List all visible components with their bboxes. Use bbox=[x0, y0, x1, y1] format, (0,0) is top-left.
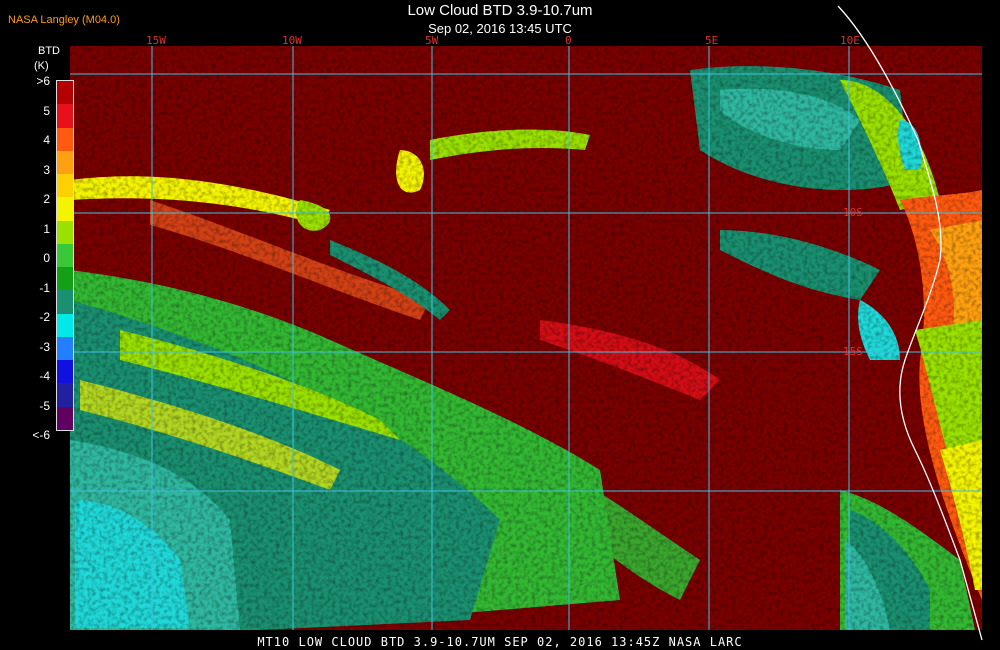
legend-tick: >6 bbox=[36, 74, 50, 88]
lon-label-10e: 10E bbox=[840, 34, 860, 47]
legend-color-6 bbox=[57, 220, 73, 244]
legend-color-4 bbox=[57, 174, 73, 198]
legend-tick: 2 bbox=[43, 192, 50, 206]
legend-tick: 3 bbox=[43, 162, 50, 177]
lon-label-10w: 10W bbox=[282, 34, 302, 47]
legend-color-2 bbox=[57, 127, 73, 151]
footer-caption: MT10 LOW CLOUD BTD 3.9-10.7UM SEP 02, 20… bbox=[257, 635, 743, 649]
legend-tick: 1 bbox=[43, 221, 50, 236]
legend-tick: 4 bbox=[43, 133, 50, 147]
legend-color-8 bbox=[57, 267, 73, 291]
legend-tick: <-6 bbox=[32, 428, 50, 442]
lon-label-5e: 5E bbox=[705, 34, 719, 47]
legend-tick: -3 bbox=[39, 339, 50, 354]
legend-color-13 bbox=[57, 383, 73, 407]
legend-color-11 bbox=[57, 336, 73, 361]
legend-tick: -2 bbox=[39, 310, 50, 324]
lon-label-5w: 5W bbox=[425, 34, 439, 47]
texture-overlay bbox=[70, 46, 982, 630]
lat-label-10s: 10S bbox=[843, 206, 863, 219]
legend-color-5 bbox=[57, 197, 73, 221]
legend-tick: 5 bbox=[43, 103, 50, 118]
lon-label-15w: 15W bbox=[146, 34, 166, 47]
satellite-map bbox=[70, 5, 983, 641]
legend-tick: -5 bbox=[39, 398, 50, 413]
lat-label-15s: 15S bbox=[843, 345, 863, 358]
legend-colorbar bbox=[56, 80, 74, 431]
legend-color-14 bbox=[57, 406, 73, 430]
legend-tick: 0 bbox=[43, 251, 50, 265]
legend-tick: -1 bbox=[39, 280, 50, 295]
map-title: Low Cloud BTD 3.9-10.7um bbox=[407, 2, 593, 19]
legend-color-3 bbox=[57, 150, 73, 175]
legend-tick: -4 bbox=[39, 369, 50, 383]
legend-color-1 bbox=[57, 104, 73, 128]
legend-color-0 bbox=[57, 81, 73, 105]
legend-color-12 bbox=[57, 360, 73, 384]
legend-color-10 bbox=[57, 313, 73, 337]
legend-color-7 bbox=[57, 243, 73, 268]
legend-unit: (K) bbox=[34, 60, 49, 72]
legend-color-9 bbox=[57, 290, 73, 314]
legend-label: BTD bbox=[38, 45, 60, 57]
lon-label-0: 0 bbox=[565, 34, 572, 47]
